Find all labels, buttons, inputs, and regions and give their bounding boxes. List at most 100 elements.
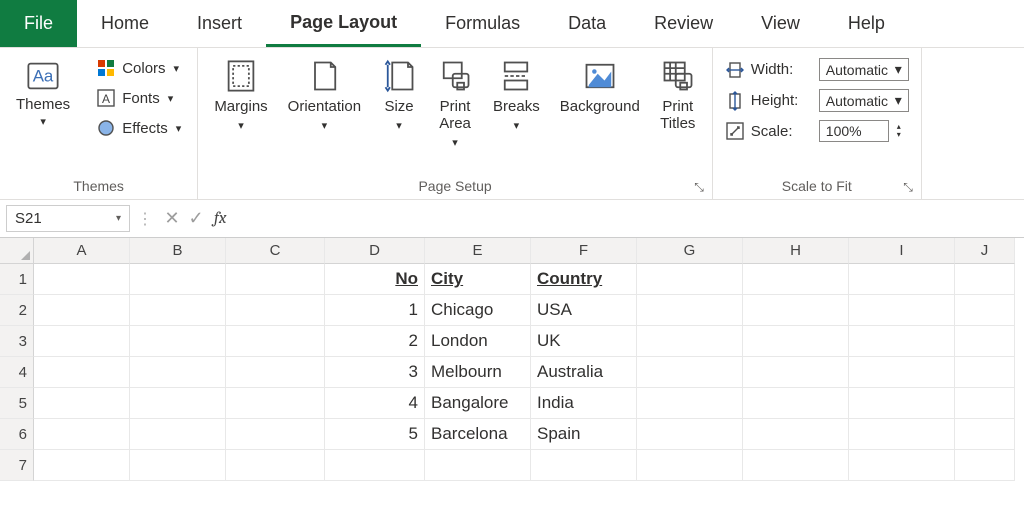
col-header[interactable]: E: [425, 238, 531, 264]
tab-review[interactable]: Review: [630, 0, 737, 47]
cell[interactable]: [226, 295, 325, 326]
cell[interactable]: [743, 326, 849, 357]
cancel-button[interactable]: ✕: [160, 208, 184, 229]
cell[interactable]: [849, 388, 955, 419]
cell[interactable]: Chicago: [425, 295, 531, 326]
col-header[interactable]: D: [325, 238, 425, 264]
cell[interactable]: 5: [325, 419, 425, 450]
cell[interactable]: [955, 326, 1015, 357]
cell[interactable]: [130, 295, 226, 326]
col-header[interactable]: B: [130, 238, 226, 264]
cell[interactable]: [34, 357, 130, 388]
cell[interactable]: [743, 357, 849, 388]
tab-page-layout[interactable]: Page Layout: [266, 0, 421, 47]
cell[interactable]: [130, 419, 226, 450]
cell[interactable]: [130, 450, 226, 481]
cell[interactable]: 1: [325, 295, 425, 326]
cell[interactable]: 2: [325, 326, 425, 357]
tab-file[interactable]: File: [0, 0, 77, 47]
col-header[interactable]: C: [226, 238, 325, 264]
themes-button[interactable]: Aa Themes ▾: [12, 56, 74, 130]
orientation-button[interactable]: Orientation ▾: [284, 56, 365, 134]
cell[interactable]: [849, 419, 955, 450]
cell[interactable]: 4: [325, 388, 425, 419]
cell[interactable]: [849, 450, 955, 481]
scale-down[interactable]: ▾: [897, 131, 901, 139]
cell[interactable]: [849, 264, 955, 295]
cell[interactable]: [743, 295, 849, 326]
row-header[interactable]: 4: [0, 357, 34, 388]
cell[interactable]: [637, 295, 743, 326]
cell[interactable]: [34, 295, 130, 326]
col-header[interactable]: H: [743, 238, 849, 264]
cell[interactable]: [849, 357, 955, 388]
cell[interactable]: Country: [531, 264, 637, 295]
size-button[interactable]: Size ▾: [377, 56, 421, 134]
row-header[interactable]: 2: [0, 295, 34, 326]
row-header[interactable]: 5: [0, 388, 34, 419]
cell[interactable]: [34, 264, 130, 295]
row-header[interactable]: 3: [0, 326, 34, 357]
margins-button[interactable]: Margins ▾: [210, 56, 271, 134]
tab-help[interactable]: Help: [824, 0, 909, 47]
fx-icon[interactable]: fx: [214, 209, 226, 228]
chevron-down-icon[interactable]: ▾: [116, 213, 121, 224]
cell[interactable]: [955, 388, 1015, 419]
cell[interactable]: [34, 419, 130, 450]
cell[interactable]: [955, 264, 1015, 295]
cell[interactable]: India: [531, 388, 637, 419]
cell[interactable]: [955, 450, 1015, 481]
cell[interactable]: [425, 450, 531, 481]
cell[interactable]: London: [425, 326, 531, 357]
cell[interactable]: [849, 326, 955, 357]
cell[interactable]: City: [425, 264, 531, 295]
tab-data[interactable]: Data: [544, 0, 630, 47]
cell[interactable]: [637, 264, 743, 295]
cell[interactable]: [955, 419, 1015, 450]
tab-view[interactable]: View: [737, 0, 824, 47]
effects-button[interactable]: Effects ▾: [92, 116, 185, 140]
col-header[interactable]: A: [34, 238, 130, 264]
row-header[interactable]: 7: [0, 450, 34, 481]
scale-launcher[interactable]: ⤡: [903, 180, 913, 195]
height-select[interactable]: Automatic▾: [819, 89, 909, 112]
select-all-corner[interactable]: [0, 238, 34, 264]
cell[interactable]: [743, 264, 849, 295]
print-area-button[interactable]: PrintArea ▾: [433, 56, 477, 151]
cell[interactable]: [637, 357, 743, 388]
scale-input[interactable]: 100%: [819, 120, 889, 142]
cell[interactable]: [226, 450, 325, 481]
tab-home[interactable]: Home: [77, 0, 173, 47]
col-header[interactable]: G: [637, 238, 743, 264]
cell[interactable]: Bangalore: [425, 388, 531, 419]
cell[interactable]: [130, 357, 226, 388]
cell[interactable]: [325, 450, 425, 481]
col-header[interactable]: J: [955, 238, 1015, 264]
col-header[interactable]: F: [531, 238, 637, 264]
cell[interactable]: [955, 357, 1015, 388]
cell[interactable]: [34, 450, 130, 481]
cell[interactable]: UK: [531, 326, 637, 357]
print-titles-button[interactable]: PrintTitles: [656, 56, 700, 134]
cell[interactable]: [226, 264, 325, 295]
name-box[interactable]: S21 ▾: [6, 205, 130, 232]
row-header[interactable]: 6: [0, 419, 34, 450]
cell[interactable]: [226, 419, 325, 450]
formula-input[interactable]: [232, 206, 1024, 231]
page-setup-launcher[interactable]: ⤡: [694, 180, 704, 195]
enter-button[interactable]: ✓: [184, 208, 208, 229]
cell[interactable]: [130, 264, 226, 295]
tab-formulas[interactable]: Formulas: [421, 0, 544, 47]
tab-insert[interactable]: Insert: [173, 0, 266, 47]
cell[interactable]: [226, 357, 325, 388]
cell[interactable]: [743, 419, 849, 450]
cell[interactable]: [743, 450, 849, 481]
cell[interactable]: Spain: [531, 419, 637, 450]
cell[interactable]: Melbourn: [425, 357, 531, 388]
cell[interactable]: [637, 326, 743, 357]
cell[interactable]: No: [325, 264, 425, 295]
cell[interactable]: 3: [325, 357, 425, 388]
cell[interactable]: [637, 419, 743, 450]
cell[interactable]: [743, 388, 849, 419]
cell[interactable]: [637, 388, 743, 419]
